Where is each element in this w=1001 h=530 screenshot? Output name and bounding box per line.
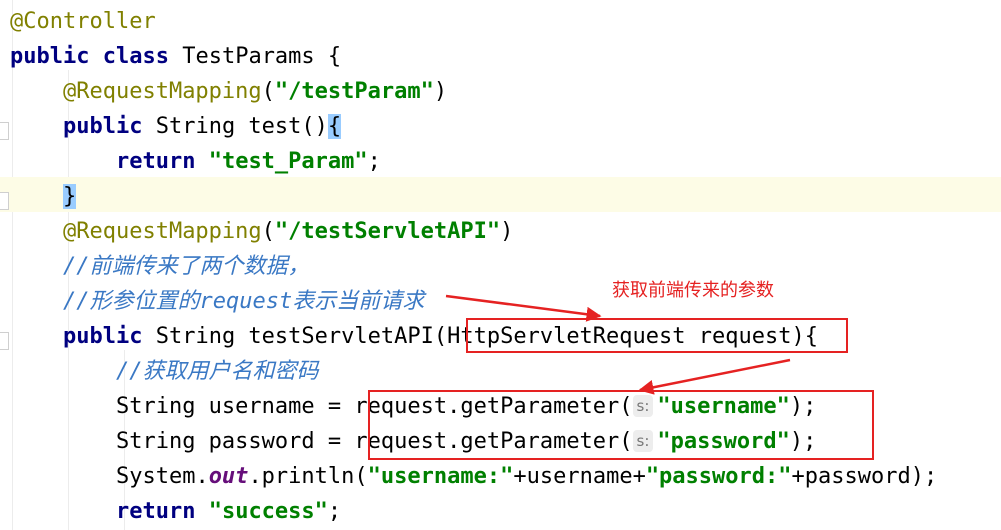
arrow-to-param (445, 294, 602, 322)
arrow-to-getparameter (638, 358, 791, 395)
code-editor[interactable]: @Controller public class TestParams { @R… (0, 0, 1001, 530)
annotation-arrows (445, 294, 791, 395)
